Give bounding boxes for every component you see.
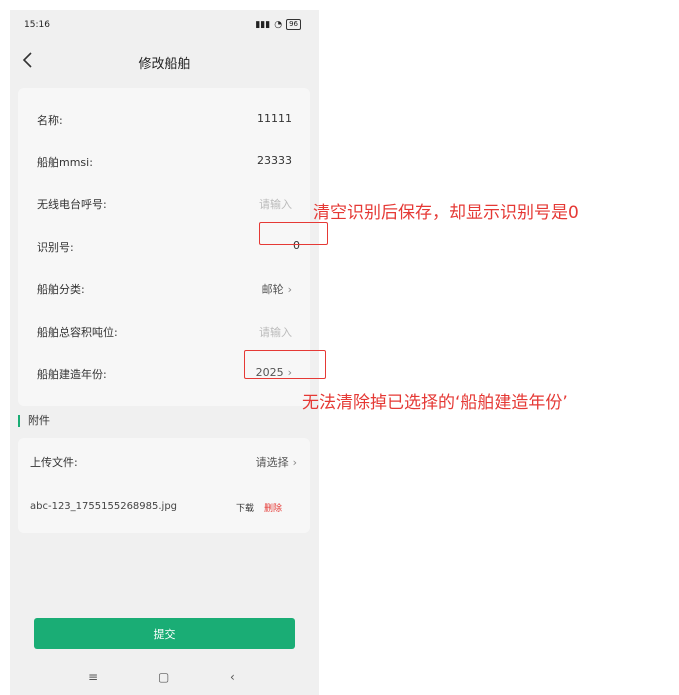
status-time: 15:16 [24,20,50,30]
download-link[interactable]: 下载 [236,501,254,514]
form-label: 无线电台呼号: [37,198,107,211]
status-icons: ▮▮▮ ◔ 96 [255,19,301,30]
upload-label: 上传文件: [30,456,78,469]
annotation-box-build-year [244,350,326,379]
form-row-name[interactable]: 名称: 11111 [18,100,310,140]
menu-icon[interactable]: ≡ [88,670,98,684]
signal-icon: ▮▮▮ [255,19,271,30]
form-label: 船舶分类: [37,283,85,296]
wifi-icon: ◔ [274,19,283,30]
form-row-tonnage[interactable]: 船舶总容积吨位: 请输入 [18,312,310,352]
delete-link[interactable]: 删除 [264,501,282,514]
back-icon[interactable]: ‹ [230,670,235,684]
form-label: 船舶总容积吨位: [37,326,118,339]
upload-select[interactable]: 请选择 › [256,454,297,470]
home-square-icon[interactable]: ▢ [158,670,169,684]
submit-button[interactable]: 提交 [34,618,295,649]
annotation-note-1: 清空识别后保存，却显示识别号是0 [313,203,579,223]
form-label: 船舶mmsi: [37,156,93,169]
header: 修改船舶 [10,40,319,80]
form-row-callsign[interactable]: 无线电台呼号: 请输入 [18,184,310,224]
chevron-right-icon: › [292,456,297,469]
ship-type-value: 邮轮 [261,283,284,296]
annotation-box-id-number [259,222,328,245]
form-row-ship-type[interactable]: 船舶分类: 邮轮 › [18,269,310,309]
file-row: abc-123_1755155268985.jpg 下载 删除 [18,493,310,523]
name-input[interactable]: 11111 [257,112,292,125]
form-label: 船舶建造年份: [37,368,107,381]
page-title: 修改船舶 [138,57,191,72]
form-row-mmsi[interactable]: 船舶mmsi: 23333 [18,142,310,182]
form-label: 名称: [37,114,63,127]
file-name: abc-123_1755155268985.jpg [30,501,178,512]
upload-value: 请选择 [255,456,289,469]
mmsi-input[interactable]: 23333 [257,154,292,167]
attachments-section-title: 附件 [18,415,50,427]
tonnage-input[interactable]: 请输入 [259,324,292,340]
annotation-note-2: 无法清除掉已选择的‘船舶建造年份’ [302,393,568,413]
callsign-input[interactable]: 请输入 [259,196,292,212]
battery-icon: 96 [286,19,301,30]
upload-row[interactable]: 上传文件: 请选择 › [18,446,310,476]
status-bar: 15:16 ▮▮▮ ◔ 96 [10,10,319,38]
ship-type-select[interactable]: 邮轮 › [262,281,292,297]
system-nav-bar: ≡ ▢ ‹ [10,670,319,690]
form-label: 识别号: [37,241,74,254]
attachments-card: 上传文件: 请选择 › abc-123_1755155268985.jpg 下载 … [18,438,310,533]
chevron-right-icon: › [287,283,292,296]
